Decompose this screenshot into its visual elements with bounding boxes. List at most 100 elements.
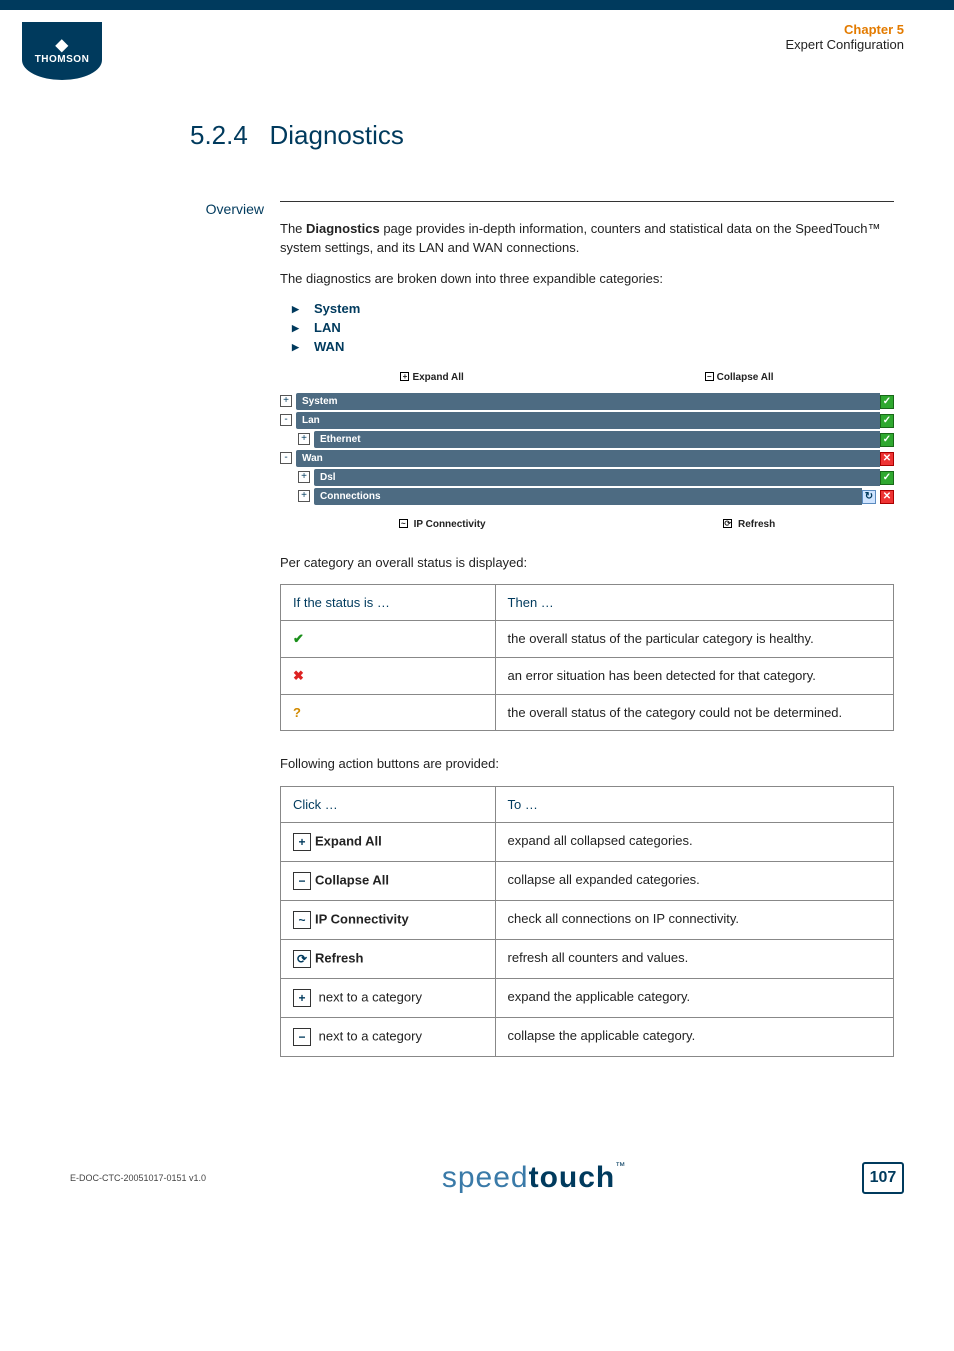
action-cell: + next to a category [281,979,496,1018]
status-text-cell: the overall status of the category could… [495,695,893,731]
toggle-button[interactable]: + [298,490,310,502]
diag-top-controls: +Expand All −Collapse All [280,368,894,391]
category-list: System LAN WAN [280,301,894,354]
overview-broken-down: The diagnostics are broken down into thr… [280,270,894,289]
button-icon: ⟳ [293,950,311,968]
table-row: ⟳Refreshrefresh all counters and values. [281,940,894,979]
toggle-button[interactable]: - [280,452,292,464]
collapse-all-button[interactable]: −Collapse All [705,372,774,383]
action-text-cell: expand the applicable category. [495,979,893,1018]
action-label: next to a category [315,990,422,1005]
status-text-cell: the overall status of the particular cat… [495,621,893,658]
expand-all-button[interactable]: +Expand All [400,372,463,383]
diag-bar[interactable]: System [296,393,880,410]
status-h1: If the status is … [281,585,496,621]
toggle-button[interactable]: + [298,471,310,483]
action-label: Expand All [315,834,382,849]
overview-label: Overview [190,201,280,1081]
brand-touch: touch [529,1161,616,1194]
table-row: ~IP Connectivitycheck all connections on… [281,901,894,940]
status-icon-cell: ? [281,695,496,731]
action-cell: −Collapse All [281,862,496,901]
action-cell: − next to a category [281,1018,496,1057]
diag-row: +Connections↻✕ [280,488,894,505]
check-icon: ✓ [880,414,894,428]
button-icon: − [293,872,311,890]
table-row: ✖ an error situation has been detected fo… [281,658,894,695]
diag-refresh-label: Refresh [738,519,775,530]
button-icon: + [293,989,311,1007]
section-number: 5.2.4 [190,120,248,150]
toggle-button[interactable]: + [298,433,310,445]
diag-bar[interactable]: Connections [314,488,862,505]
brand-logo: speedtouch™ [442,1161,626,1195]
refresh-icon: ↻ [862,490,876,504]
diagnostics-panel: +Expand All −Collapse All +System✓-Lan✓+… [280,368,894,540]
action-caption: Following action buttons are provided: [280,755,894,774]
action-cell: ~IP Connectivity [281,901,496,940]
diag-row: -Lan✓ [280,412,894,429]
logo-icon: ◆ [56,38,69,54]
section-heading: 5.2.4 Diagnostics [190,120,894,151]
doc-id: E-DOC-CTC-20051017-0151 v1.0 [70,1173,206,1183]
diag-bottom-controls: ~ IP Connectivity ⟳ Refresh [280,505,894,540]
table-row: − next to a categorycollapse the applica… [281,1018,894,1057]
top-bar [0,0,954,10]
action-text-cell: collapse the applicable category. [495,1018,893,1057]
diag-row: + Dsl✓ [280,469,894,486]
toggle-button[interactable]: - [280,414,292,426]
action-h1: Click … [281,787,496,823]
page-header: ◆ THOMSON Chapter 5 Expert Configuration [0,10,954,80]
table-row: ? the overall status of the category coul… [281,695,894,731]
intro-bold: Diagnostics [306,221,380,236]
status-h2: Then … [495,585,893,621]
action-header-row: Click … To … [281,787,894,823]
bullet-wan: WAN [280,339,894,354]
overview-body: The Diagnostics page provides in-depth i… [280,201,894,1081]
action-label: Refresh [315,951,363,966]
tm-icon: ™ [615,1161,626,1172]
ip-connectivity-button[interactable]: ~ IP Connectivity [399,519,486,530]
status-header-row: If the status is … Then … [281,585,894,621]
chapter-subtitle: Expert Configuration [785,37,904,52]
logo-text: THOMSON [35,54,90,65]
diag-bar[interactable]: Ethernet [314,431,880,448]
overview-row: Overview The Diagnostics page provides i… [190,201,894,1081]
intro-prefix: The [280,221,306,236]
page-footer: E-DOC-CTC-20051017-0151 v1.0 speedtouch™… [0,1081,954,1225]
bullet-lan: LAN [280,320,894,335]
ip-connectivity-label: IP Connectivity [414,519,486,530]
status-text-cell: an error situation has been detected for… [495,658,893,695]
toggle-button[interactable]: + [280,395,292,407]
table-row: + next to a categoryexpand the applicabl… [281,979,894,1018]
content: 5.2.4 Diagnostics Overview The Diagnosti… [0,80,954,1081]
diag-bar[interactable]: Lan [296,412,880,429]
action-text-cell: collapse all expanded categories. [495,862,893,901]
x-icon: ✖ [293,668,304,683]
action-text-cell: expand all collapsed categories. [495,823,893,862]
check-icon: ✓ [880,471,894,485]
thomson-logo: ◆ THOMSON [22,22,102,80]
check-icon: ✓ [880,433,894,447]
expand-all-label: Expand All [412,372,463,383]
check-icon: ✔ [293,631,304,646]
overview-intro: The Diagnostics page provides in-depth i… [280,220,894,258]
diag-bar[interactable]: Dsl [314,469,880,486]
action-cell: + Expand All [281,823,496,862]
action-table: Click … To … + Expand All expand all colla… [280,786,894,1057]
diag-bar[interactable]: Wan [296,450,880,467]
table-row: ✔ the overall status of the particular ca… [281,621,894,658]
action-label: IP Connectivity [315,912,409,927]
check-icon: ✓ [880,395,894,409]
chapter-block: Chapter 5 Expert Configuration [785,22,904,52]
question-icon: ? [293,705,301,720]
action-text-cell: check all connections on IP connectivity… [495,901,893,940]
brand-speed: speed [442,1161,529,1194]
refresh-button[interactable]: ⟳ Refresh [723,519,775,530]
divider [280,201,894,202]
button-icon: + [293,833,311,851]
action-label: next to a category [315,1029,422,1044]
status-icon-cell: ✔ [281,621,496,658]
collapse-all-label: Collapse All [717,372,774,383]
diag-rows: +System✓-Lan✓+Ethernet✓-Wan✕+Dsl✓+Connec… [280,393,894,505]
